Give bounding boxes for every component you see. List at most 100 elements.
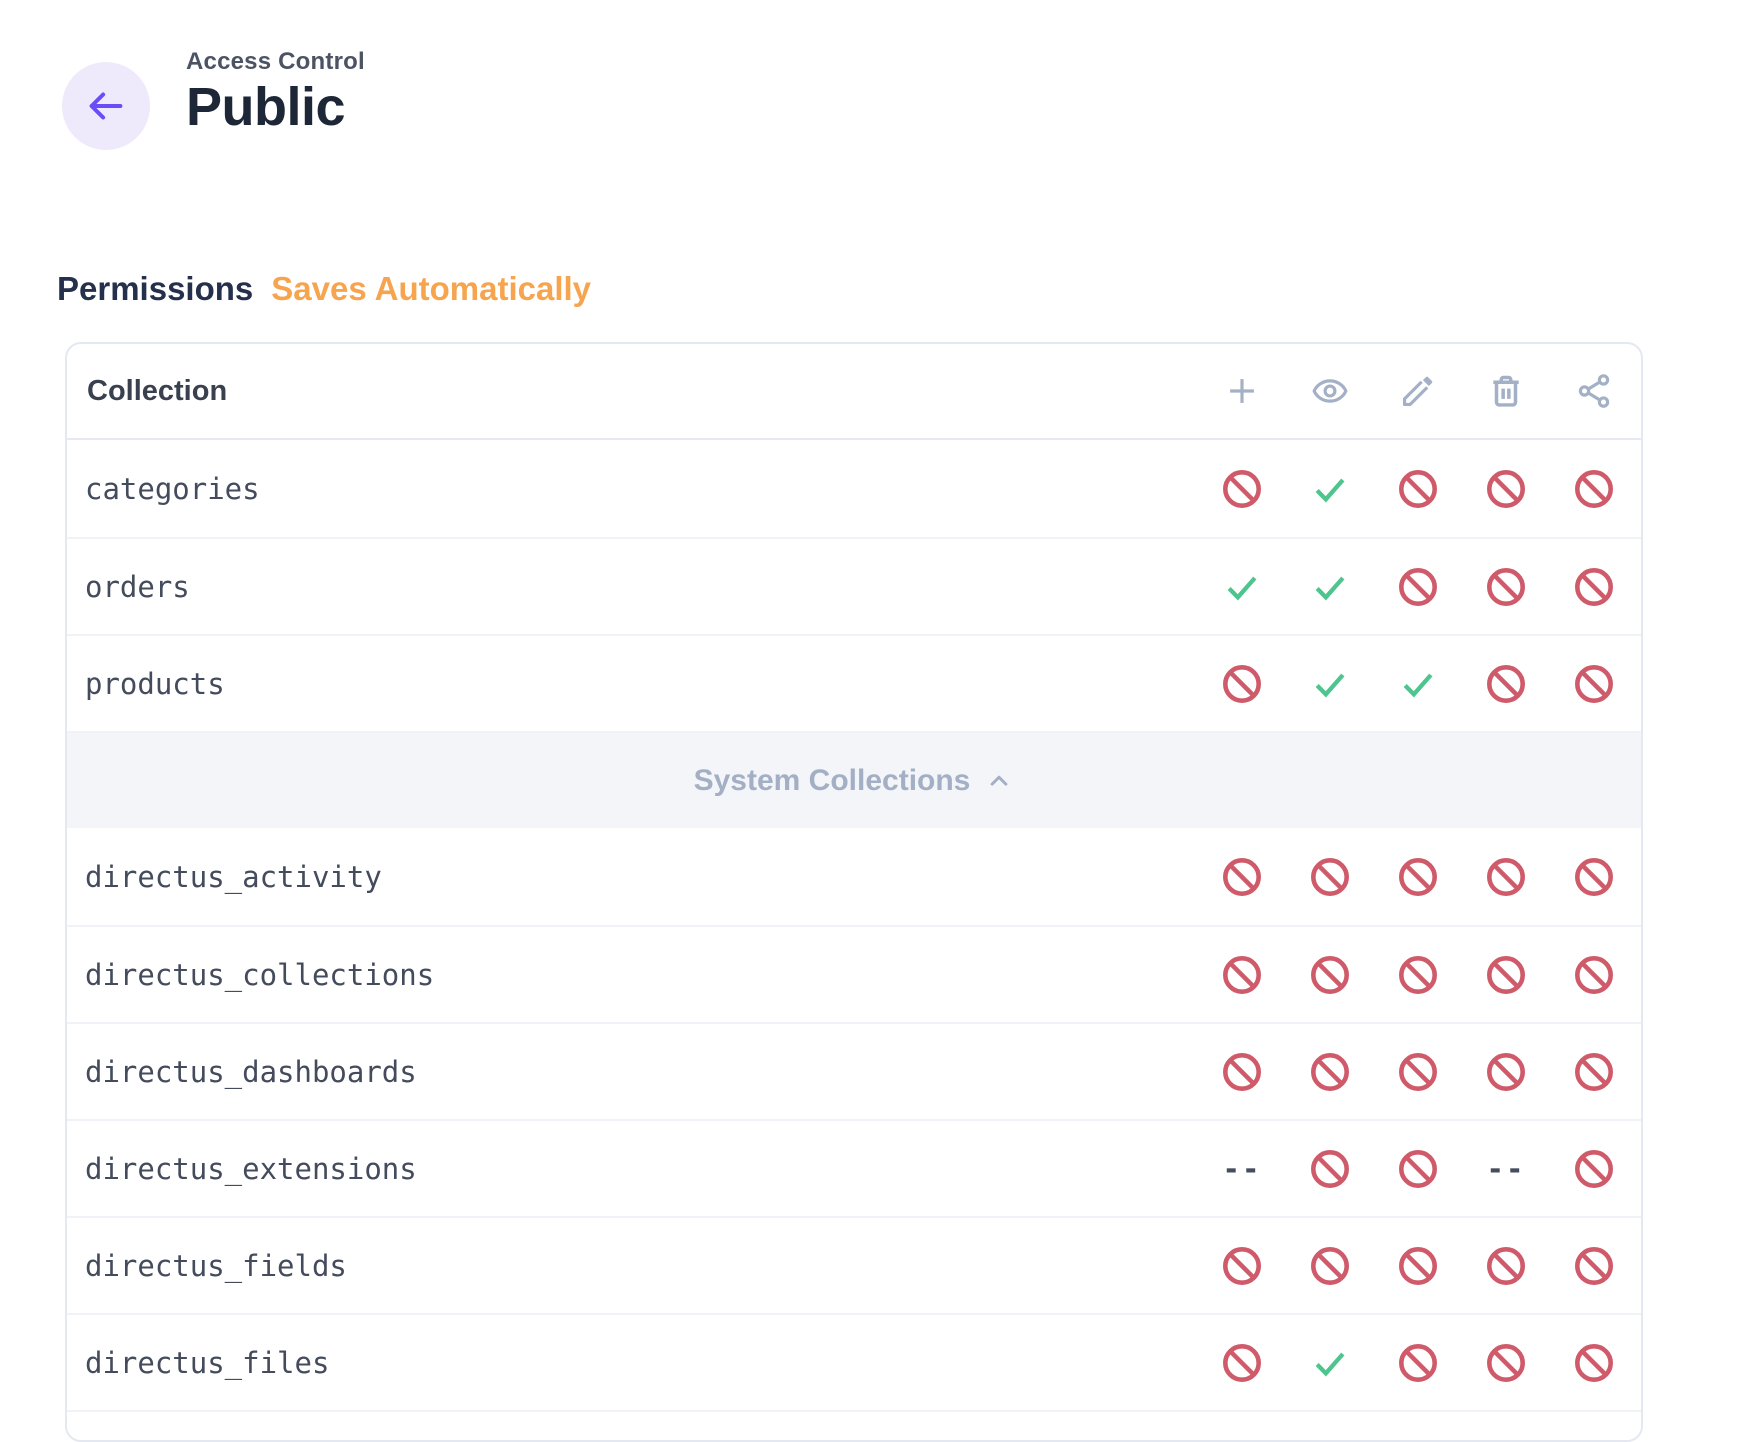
permission-cells [1198,441,1638,537]
back-button[interactable] [62,62,150,150]
blocked-icon [1484,467,1528,511]
user-collections-group: categoriesordersproducts [67,440,1641,731]
pencil-icon [1374,343,1462,439]
permission-read-toggle[interactable] [1286,1024,1374,1120]
permission-delete-toggle[interactable] [1462,1315,1550,1411]
permission-cells [1198,829,1638,925]
permission-create-toggle[interactable] [1198,1315,1286,1411]
collection-name: directus_fields [85,1249,347,1283]
blocked-icon [1572,1050,1616,1094]
permission-share-toggle[interactable] [1550,636,1638,732]
blocked-icon [1220,662,1264,706]
permission-create-toggle[interactable] [1198,636,1286,732]
permission-cells: -- -- [1198,1121,1638,1217]
table-row: products [67,634,1641,731]
permissions-section-header: Permissions Saves Automatically [57,270,591,308]
permission-share-toggle[interactable] [1550,927,1638,1023]
permission-share-toggle[interactable] [1550,1218,1638,1314]
blocked-icon [1308,855,1352,899]
table-row: directus_fields [67,1216,1641,1313]
permission-update-toggle[interactable] [1374,1218,1462,1314]
permission-delete-toggle[interactable]: -- [1462,1121,1550,1217]
page-header: Access Control Public [186,48,365,137]
permission-cells [1198,636,1638,732]
permission-delete-toggle[interactable] [1462,1218,1550,1314]
permission-delete-toggle[interactable] [1462,927,1550,1023]
arrow-left-icon [83,83,129,129]
check-icon [1222,567,1262,607]
permission-delete-toggle[interactable] [1462,829,1550,925]
permission-update-toggle[interactable] [1374,829,1462,925]
eye-icon [1286,343,1374,439]
permission-delete-toggle[interactable] [1462,539,1550,635]
permission-delete-toggle[interactable] [1462,636,1550,732]
table-row [67,1410,1641,1440]
permission-delete-toggle[interactable] [1462,441,1550,537]
blocked-icon [1484,855,1528,899]
blocked-icon [1308,1050,1352,1094]
blocked-icon [1220,467,1264,511]
permission-share-toggle[interactable] [1550,441,1638,537]
blocked-icon [1308,953,1352,997]
permission-create-toggle[interactable] [1198,1218,1286,1314]
permission-update-toggle[interactable] [1374,441,1462,537]
blocked-icon [1484,662,1528,706]
permission-update-toggle[interactable] [1374,1024,1462,1120]
table-row: directus_collections [67,925,1641,1022]
trash-icon [1462,343,1550,439]
permission-share-toggle[interactable] [1550,1315,1638,1411]
no-permission-label: -- [1223,1152,1262,1186]
permission-update-toggle[interactable] [1374,1121,1462,1217]
blocked-icon [1396,1147,1440,1191]
blocked-icon [1396,855,1440,899]
permission-share-toggle[interactable] [1550,829,1638,925]
permission-read-toggle[interactable] [1286,636,1374,732]
permission-share-toggle[interactable] [1550,1024,1638,1120]
permission-create-toggle[interactable] [1198,539,1286,635]
blocked-icon [1572,1244,1616,1288]
blocked-icon [1220,953,1264,997]
check-icon [1310,1343,1350,1383]
permission-update-toggle[interactable] [1374,539,1462,635]
check-icon [1310,664,1350,704]
system-collections-toggle[interactable]: System Collections [67,731,1641,828]
permissions-table: Collection categoriesordersproducts Syst… [65,342,1643,1442]
permission-read-toggle[interactable] [1286,441,1374,537]
permission-share-toggle[interactable] [1550,539,1638,635]
collection-name: directus_extensions [85,1152,417,1186]
permission-cells [1198,1024,1638,1120]
permission-column-icons [1198,343,1638,439]
permission-read-toggle[interactable] [1286,829,1374,925]
blocked-icon [1484,1050,1528,1094]
permission-update-toggle[interactable] [1374,636,1462,732]
blocked-icon [1572,1147,1616,1191]
blocked-icon [1484,1244,1528,1288]
check-icon [1398,664,1438,704]
permission-read-toggle[interactable] [1286,539,1374,635]
collection-name: orders [85,570,190,604]
permission-create-toggle[interactable]: -- [1198,1121,1286,1217]
autosave-note: Saves Automatically [271,270,591,308]
table-row: directus_extensions -- -- [67,1119,1641,1216]
blocked-icon [1220,1341,1264,1385]
collection-name: directus_files [85,1346,329,1380]
blocked-icon [1396,1244,1440,1288]
collection-column-header: Collection [87,375,227,408]
permission-create-toggle[interactable] [1198,1024,1286,1120]
permission-update-toggle[interactable] [1374,927,1462,1023]
blocked-icon [1220,1244,1264,1288]
permission-create-toggle[interactable] [1198,829,1286,925]
permission-update-toggle[interactable] [1374,1315,1462,1411]
permission-share-toggle[interactable] [1550,1121,1638,1217]
system-collections-group: directus_activitydirectus_collectionsdir… [67,828,1641,1410]
blocked-icon [1396,565,1440,609]
permission-create-toggle[interactable] [1198,441,1286,537]
permission-read-toggle[interactable] [1286,927,1374,1023]
blocked-icon [1572,855,1616,899]
permission-read-toggle[interactable] [1286,1218,1374,1314]
permission-delete-toggle[interactable] [1462,1024,1550,1120]
permission-read-toggle[interactable] [1286,1121,1374,1217]
permission-read-toggle[interactable] [1286,1315,1374,1411]
permission-create-toggle[interactable] [1198,927,1286,1023]
permission-cells [1198,927,1638,1023]
